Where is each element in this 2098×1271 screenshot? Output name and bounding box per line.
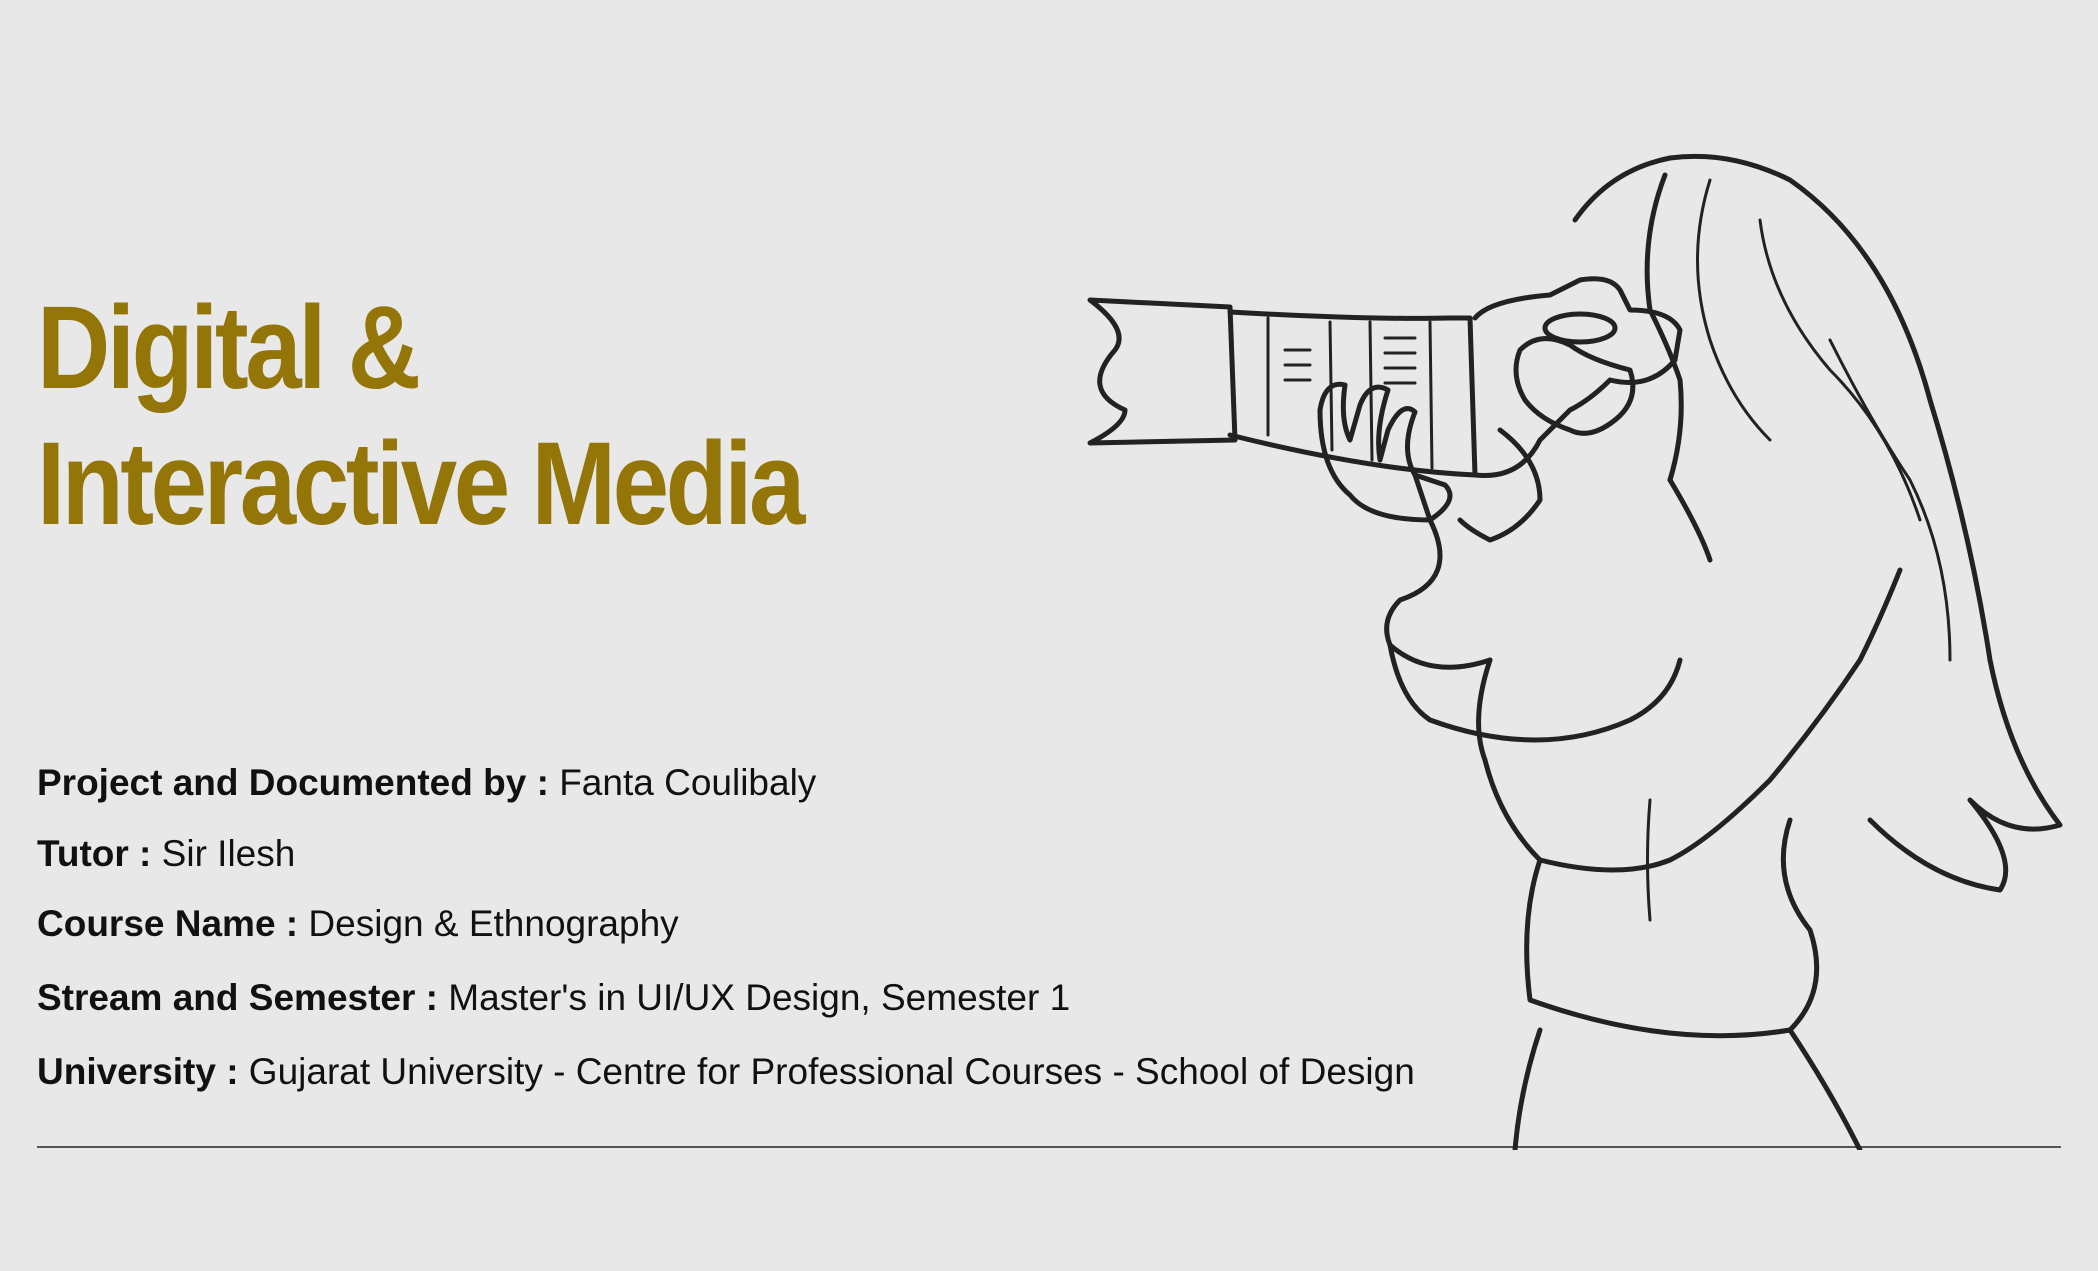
info-author: Project and Documented by : Fanta Coulib… (37, 762, 816, 804)
hair-inner-strand-2 (1758, 218, 1922, 522)
info-tutor-value: Sir Ilesh (161, 833, 296, 874)
upper-arm (1387, 642, 1683, 743)
lens-ring-4 (1428, 320, 1434, 470)
info-stream-label: Stream and Semester : (37, 977, 449, 1018)
shirt-hem (1524, 817, 1820, 1039)
info-course-label: Course Name : (37, 903, 309, 944)
photographer-illustration-icon (1087, 153, 2063, 1150)
title-line-1: Digital & (37, 282, 421, 414)
lens-grip-ticks (1283, 336, 1417, 385)
info-university-label: University : (37, 1051, 249, 1092)
cover-page: Digital & Interactive Media Project and … (0, 0, 2098, 1271)
info-course-value: Design & Ethnography (308, 903, 679, 944)
title-line-2: Interactive Media (37, 418, 805, 550)
left-forearm (1384, 472, 1493, 670)
info-stream-value: Master's in UI/UX Design, Semester 1 (448, 977, 1071, 1018)
info-stream: Stream and Semester : Master's in UI/UX … (37, 977, 1070, 1019)
shirt-fold (1646, 798, 1652, 922)
lower-body-right (1787, 1027, 1863, 1150)
info-author-label: Project and Documented by : (37, 762, 560, 803)
neck (1667, 477, 1713, 563)
info-author-value: Fanta Coulibaly (559, 762, 817, 803)
page-title: Digital & Interactive Media (37, 280, 805, 552)
lens-hood (1087, 297, 1238, 446)
shirt-outline (1476, 567, 1903, 873)
lower-body-left (1512, 1027, 1543, 1150)
info-tutor: Tutor : Sir Ilesh (37, 833, 295, 875)
right-hand (1513, 336, 1636, 436)
info-tutor-label: Tutor : (37, 833, 162, 874)
info-course: Course Name : Design & Ethnography (37, 903, 679, 945)
